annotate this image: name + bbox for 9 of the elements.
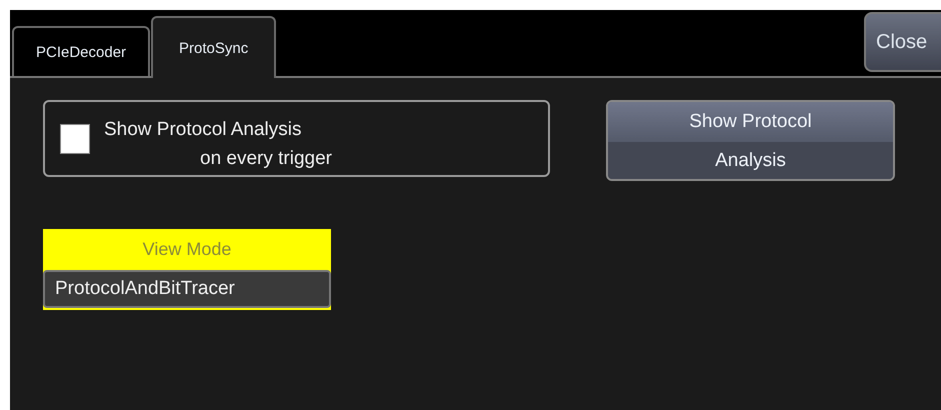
checkbox-label: Show Protocol Analysis [104,118,302,142]
checkbox[interactable] [60,124,90,154]
tab[interactable]: ProtoSync [151,16,276,78]
show-analysis-button[interactable]: Show Protocol Analysis [606,100,895,181]
view-mode-label: View Mode [142,238,232,261]
checkbox-label: on every trigger [199,147,332,171]
view-mode-dropdown[interactable]: ProtocolAndBitTracer [43,270,331,308]
close-button[interactable]: Close [864,12,941,72]
tab[interactable]: PCIeDecoder [12,26,150,76]
